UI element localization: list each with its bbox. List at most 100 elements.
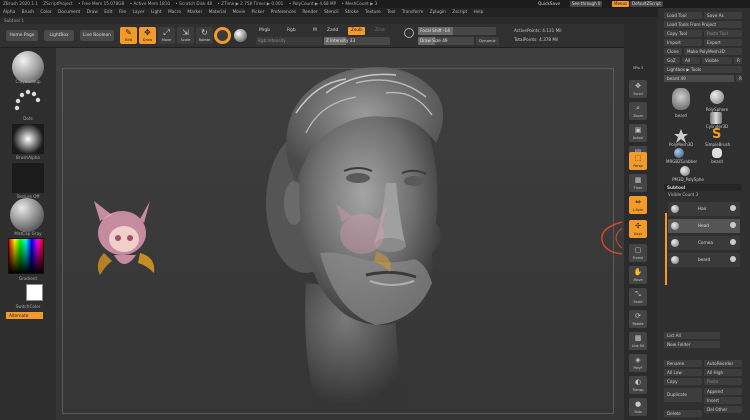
menu-zscript[interactable]: Zscript	[452, 10, 467, 15]
color-picker[interactable]	[8, 238, 44, 274]
menu-zplugin[interactable]: Zplugin	[430, 10, 446, 15]
menu-texture[interactable]: Texture	[365, 10, 381, 15]
zsub-toggle[interactable]: Zsub	[348, 27, 365, 35]
subtool-row-cornea[interactable]: Cornea	[668, 236, 740, 250]
zcut-toggle[interactable]: Zcut	[372, 27, 388, 35]
paste-tool-button[interactable]: Paste Tool	[704, 30, 742, 37]
focal-shift-slider[interactable]: Focal Shift -14	[418, 27, 496, 35]
auto-reorder-button[interactable]: AutoReorder	[704, 360, 742, 367]
main-color-swatch[interactable]	[26, 284, 43, 301]
dynamic-toggle[interactable]: Dynamic	[476, 37, 499, 45]
menu-alpha[interactable]: Alpha	[3, 10, 15, 15]
tool-thumb-cylinder[interactable]	[710, 112, 722, 124]
orange-gizmo-icon[interactable]	[596, 218, 624, 258]
menu-edit[interactable]: Edit	[104, 10, 112, 15]
rename-button[interactable]: Rename	[664, 360, 702, 367]
menu-transform[interactable]: Transform	[402, 10, 423, 15]
rgb-toggle[interactable]: Rgb	[284, 27, 299, 35]
list-all-button[interactable]: List All	[664, 332, 720, 339]
alpha-thumbnail[interactable]	[12, 124, 44, 154]
copy-tool-button[interactable]: Copy Tool	[664, 30, 702, 37]
line-fill-button[interactable]: ▩ Line Fill	[629, 332, 647, 350]
draw-button[interactable]: ✥ Draw	[139, 27, 156, 44]
delete-button[interactable]: Delete	[664, 410, 702, 417]
r-button[interactable]: R	[736, 75, 742, 82]
all-low-button[interactable]: All Low	[664, 369, 702, 376]
tool-thumb-polysphere[interactable]	[710, 90, 724, 104]
default-zscript-button[interactable]: DefaultZScript	[630, 1, 663, 7]
lightbox-tools-button[interactable]: Lightbox ▶ Tools	[664, 66, 742, 73]
simple-brush-icon[interactable]: S	[712, 128, 726, 142]
rotate-view-button[interactable]: ⟳ Rotate	[629, 310, 647, 328]
record-icon[interactable]	[214, 27, 231, 44]
frame-button[interactable]: ▢ Frame	[629, 244, 647, 262]
goz-visible-button[interactable]: Visible	[702, 57, 732, 64]
polyf-button[interactable]: ◈ PolyF	[629, 354, 647, 372]
menu-preferences[interactable]: Preferences	[271, 10, 296, 15]
goz-button[interactable]: GoZ	[664, 57, 680, 64]
lsym-button[interactable]: ⇔ L.Sym	[629, 196, 647, 214]
rotate-button[interactable]: ↻ Rotate	[196, 27, 213, 44]
subtool-row-beard[interactable]: beard	[668, 253, 740, 267]
menu-draw[interactable]: Draw	[87, 10, 98, 15]
eye-icon[interactable]	[730, 222, 736, 228]
zadd-toggle[interactable]: Zadd	[324, 27, 341, 35]
document-canvas[interactable]	[56, 48, 624, 420]
goz-all-button[interactable]: All	[682, 57, 700, 64]
del-other-button[interactable]: Del Other	[704, 406, 742, 413]
copy-button[interactable]: Copy	[664, 378, 702, 385]
draw-size-slider[interactable]: Draw Size 49	[418, 37, 474, 45]
tool-thumb-pm3d-polysphere[interactable]	[680, 166, 690, 176]
subtool-row-hair[interactable]: Hair	[668, 202, 740, 216]
scale-view-button[interactable]: ⤡ Scale	[629, 288, 647, 306]
insert-button[interactable]: Insert	[704, 397, 742, 404]
menu-tool[interactable]: Tool	[387, 10, 395, 15]
menu-document[interactable]: Document	[58, 10, 80, 15]
subtool-section-header[interactable]: Subtool	[664, 184, 742, 191]
eye-icon[interactable]	[730, 239, 736, 245]
move-button[interactable]: ⤢ Move	[158, 27, 175, 44]
edit-button[interactable]: ✎ Edit	[120, 27, 137, 44]
make-polymesh-button[interactable]: Make PolyMesh3D	[684, 48, 742, 55]
lightbox-button[interactable]: LightBox	[44, 30, 74, 41]
menus-toggle[interactable]: Menus	[612, 1, 630, 7]
menu-layer[interactable]: Layer	[133, 10, 145, 15]
menu-file[interactable]: File	[119, 10, 126, 15]
menu-color[interactable]: Color	[40, 10, 51, 15]
zoom-button[interactable]: ⌕ Zoom	[629, 102, 647, 120]
floor-button[interactable]: ▦ Floor	[629, 174, 647, 192]
rgb-intensity-slider[interactable]: Rgb Intensity	[256, 37, 322, 45]
texture-thumbnail[interactable]	[12, 163, 44, 193]
solo-button[interactable]: ● Solo	[629, 398, 647, 416]
menu-movie[interactable]: Movie	[232, 10, 245, 15]
menu-stroke[interactable]: Stroke	[345, 10, 359, 15]
tool-thumb-beard[interactable]	[672, 88, 690, 110]
new-folder-button[interactable]: New Folder	[664, 341, 720, 348]
load-tools-from-project-button[interactable]: Load Tools From Project	[664, 21, 742, 28]
load-tool-button[interactable]: Load Tool	[664, 12, 702, 19]
append-button[interactable]: Append	[704, 388, 742, 395]
live-boolean-button[interactable]: Live Boolean	[80, 30, 114, 41]
import-button[interactable]: Import	[664, 39, 702, 46]
menu-marker[interactable]: Marker	[187, 10, 202, 15]
menu-render[interactable]: Render	[302, 10, 317, 15]
mrgb-toggle[interactable]: Mrgb	[256, 27, 273, 35]
alternate-button[interactable]: Alternate	[6, 312, 43, 319]
tool-thumb-grabber[interactable]	[674, 148, 684, 158]
z-intensity-slider[interactable]: Z Intensity 33	[324, 37, 390, 45]
menu-brush[interactable]: Brush	[22, 10, 34, 15]
actual-button[interactable]: ▣ Actual	[629, 124, 647, 142]
menu-help[interactable]: Help	[474, 10, 484, 15]
menu-light[interactable]: Light	[151, 10, 162, 15]
export-button[interactable]: Export	[704, 39, 742, 46]
all-high-button[interactable]: All High	[704, 369, 742, 376]
scale-button[interactable]: ⇲ Scale	[177, 27, 194, 44]
spix-button[interactable]: SPix 3	[629, 66, 647, 76]
eye-icon[interactable]	[730, 205, 736, 211]
menu-macro[interactable]: Macro	[168, 10, 181, 15]
material-thumbnail[interactable]	[10, 198, 44, 232]
gxyz-button[interactable]: ✣ Gxyz	[629, 220, 647, 238]
menu-material[interactable]: Material	[209, 10, 226, 15]
home-page-button[interactable]: Home Page	[6, 30, 38, 41]
eye-icon[interactable]	[730, 256, 736, 262]
